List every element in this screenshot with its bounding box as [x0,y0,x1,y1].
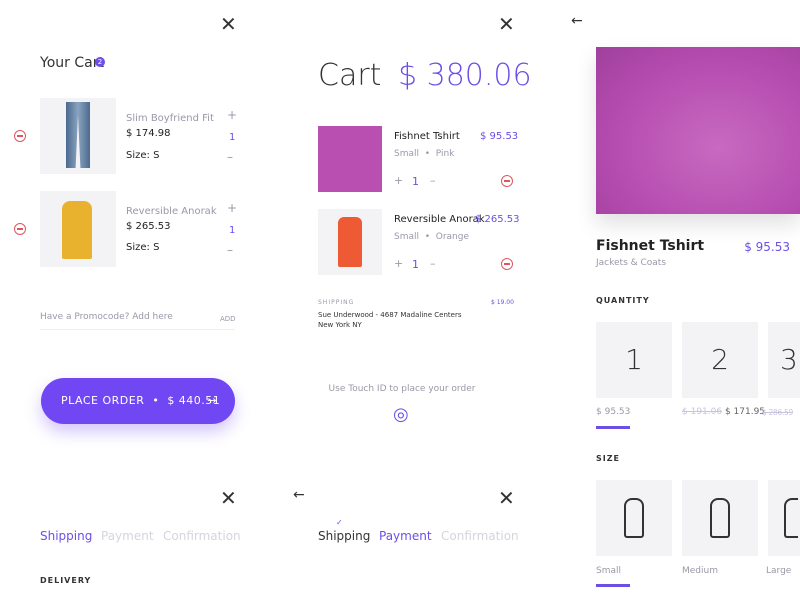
plus-button[interactable]: + [227,108,237,122]
minus-button[interactable]: – [430,174,436,187]
size-name: Small [596,566,621,576]
touchid-hint: Use Touch ID to place your order [328,384,476,394]
fingerprint-icon[interactable]: ◎ [393,404,409,425]
product-category: Jackets & Coats [596,258,667,268]
item-name: Fishnet Tshirt [394,131,460,142]
quantity-option-2[interactable]: 2 [682,322,758,398]
dress-icon [624,498,644,538]
step-confirmation[interactable]: Confirmation [441,529,519,543]
item-price: $ 95.53 [480,131,519,142]
product-image-anorak [40,191,116,267]
promo-add-button[interactable]: ADD [220,315,236,323]
step-payment[interactable]: Payment [379,529,432,543]
quantity-option-1[interactable]: 1 [596,322,672,398]
quantity-number: 2 [711,343,729,376]
close-icon[interactable]: ✕ [498,14,515,34]
size-option-medium[interactable] [682,480,758,556]
delivery-label: DELIVERY [40,576,92,585]
item-name: Reversible Anorak [394,214,485,225]
size-name: Medium [682,566,718,576]
selected-indicator [596,426,630,429]
quantity-number: 1 [625,343,643,376]
remove-item-button[interactable] [501,258,513,270]
quantity-label: QUANTITY [596,296,650,305]
close-icon[interactable]: ✕ [498,488,515,508]
item-price: $ 174.98 [126,128,171,139]
shipping-price: $ 19.00 [491,299,514,306]
cart-title: Cart [318,58,382,93]
shipping-address-line1: Sue Underwood - 4687 Madaline Centers [318,311,462,319]
dress-icon [784,498,798,538]
minus-button[interactable]: – [430,257,436,270]
close-icon[interactable]: ✕ [220,14,237,34]
quantity-value: 1 [412,258,419,271]
remove-item-button[interactable] [14,130,26,142]
product-price: $ 95.53 [744,240,790,254]
product-hero-image [596,47,800,214]
shipping-label: SHIPPING [318,299,355,306]
size-option-small[interactable] [596,480,672,556]
quantity-number: 3 [780,343,798,376]
minus-button[interactable]: – [227,243,233,257]
item-name: Slim Boyfriend Fit [126,113,214,124]
item-size: Size: S [126,150,160,161]
plus-button[interactable]: + [394,257,403,270]
dress-icon [710,498,730,538]
arrow-right-icon: → [207,394,217,407]
item-size: Size: S [126,242,160,253]
old-price: $ 191.06 [682,407,723,417]
product-name: Fishnet Tshirt [596,238,705,254]
quantity-price: $ 95.53 [596,407,631,417]
quantity-option-3[interactable]: 3 [768,322,800,398]
place-order-label: PLACE ORDER • $ 440.51 [61,394,221,407]
product-image-tshirt [318,126,382,192]
plus-button[interactable]: + [394,174,403,187]
item-name: Reversible Anorak [126,206,217,217]
back-arrow-icon[interactable]: ← [571,13,583,29]
item-price: $ 265.53 [126,221,171,232]
old-price: $ 286.59 [762,408,793,417]
step-confirmation[interactable]: Confirmation [163,529,241,543]
cart-total: $ 380.06 [398,58,532,93]
minus-button[interactable]: – [227,150,233,164]
size-option-large[interactable] [768,480,800,556]
check-icon: ✓ [336,518,343,527]
step-payment[interactable]: Payment [101,529,154,543]
quantity-price: $ 171.95 [724,407,766,417]
remove-item-button[interactable] [501,175,513,187]
size-name: Large [766,566,792,576]
selected-indicator [596,584,630,587]
promo-input[interactable]: Have a Promocode? Add here [40,312,235,330]
item-variant: Small • Orange [394,232,470,242]
quantity-value: 1 [229,132,236,143]
place-order-button[interactable]: PLACE ORDER • $ 440.51 → [41,378,235,424]
product-image-jeans [40,98,116,174]
item-variant: Small • Pink [394,149,455,159]
item-price: $ 265.53 [475,214,520,225]
product-image-anorak [318,209,382,275]
size-label: SIZE [596,454,621,463]
quantity-value: 1 [412,175,419,188]
close-icon[interactable]: ✕ [220,488,237,508]
cart-count-badge: 2 [95,57,105,67]
step-shipping[interactable]: Shipping [318,529,370,543]
back-arrow-icon[interactable]: ← [293,487,305,503]
plus-button[interactable]: + [227,201,237,215]
remove-item-button[interactable] [14,223,26,235]
quantity-value: 1 [229,225,236,236]
shipping-address-line2: New York NY [318,321,362,329]
step-shipping[interactable]: Shipping [40,529,92,543]
